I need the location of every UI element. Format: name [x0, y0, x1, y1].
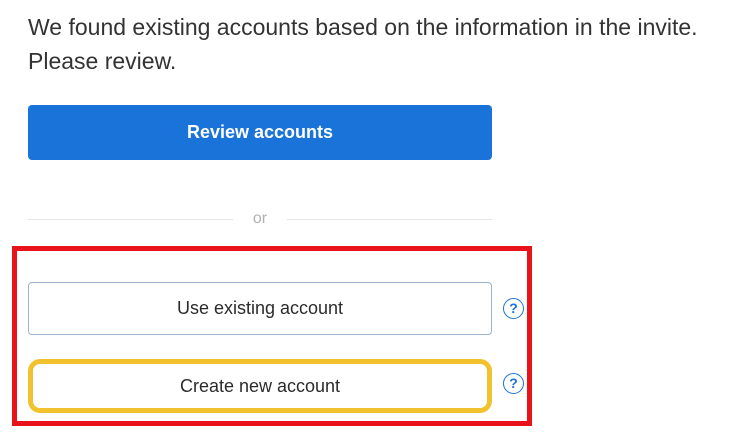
use-existing-account-button[interactable]: Use existing account	[28, 282, 492, 335]
or-divider: or	[28, 207, 492, 231]
create-new-account-button[interactable]: Create new account	[28, 359, 492, 413]
review-accounts-button[interactable]: Review accounts	[28, 105, 492, 160]
question-circle-icon[interactable]: ?	[503, 298, 524, 319]
divider-line-right	[287, 219, 492, 220]
question-circle-icon[interactable]: ?	[503, 373, 524, 394]
invite-message: We found existing accounts based on the …	[28, 14, 698, 74]
